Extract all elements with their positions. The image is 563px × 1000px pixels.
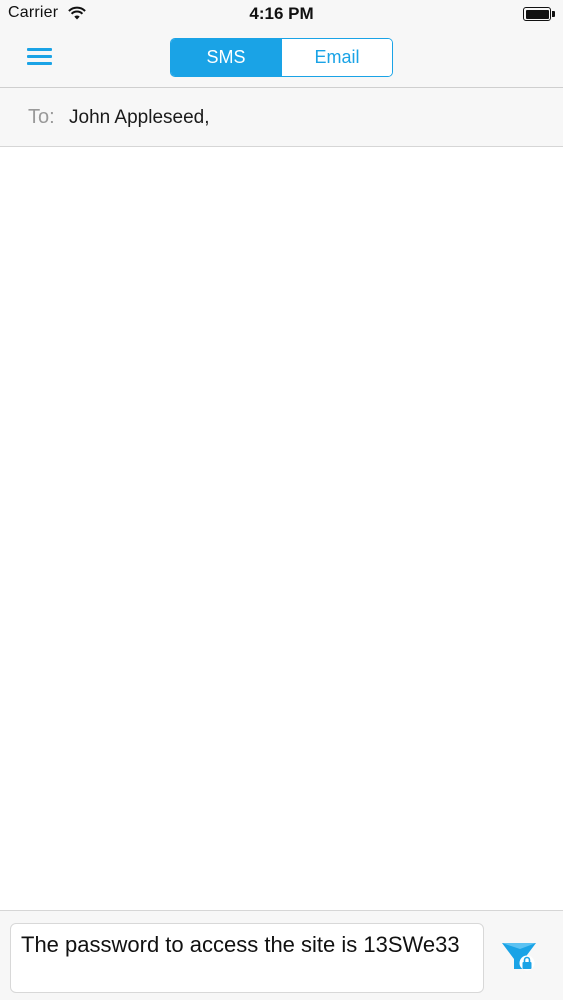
channel-segmented-control: SMS Email — [170, 38, 393, 77]
hamburger-menu-icon — [27, 48, 52, 51]
navigation-bar: SMS Email — [0, 30, 563, 88]
status-bar: Carrier 4:16 PM — [0, 0, 563, 30]
send-secure-icon[interactable] — [500, 939, 538, 973]
battery-icon — [523, 7, 551, 21]
compose-bar: The password to access the site is 13SWe… — [0, 910, 563, 1000]
recipient-field[interactable]: John Appleseed, — [69, 107, 210, 129]
message-input[interactable]: The password to access the site is 13SWe… — [10, 923, 484, 993]
menu-button[interactable] — [22, 42, 56, 70]
to-label: To: — [28, 106, 55, 128]
message-thread-area — [0, 147, 563, 910]
segment-email[interactable]: Email — [281, 39, 392, 76]
status-time: 4:16 PM — [249, 4, 314, 23]
segment-sms[interactable]: SMS — [171, 39, 281, 76]
battery-tip — [552, 11, 555, 17]
recipient-row[interactable]: To: John Appleseed, — [0, 88, 563, 147]
